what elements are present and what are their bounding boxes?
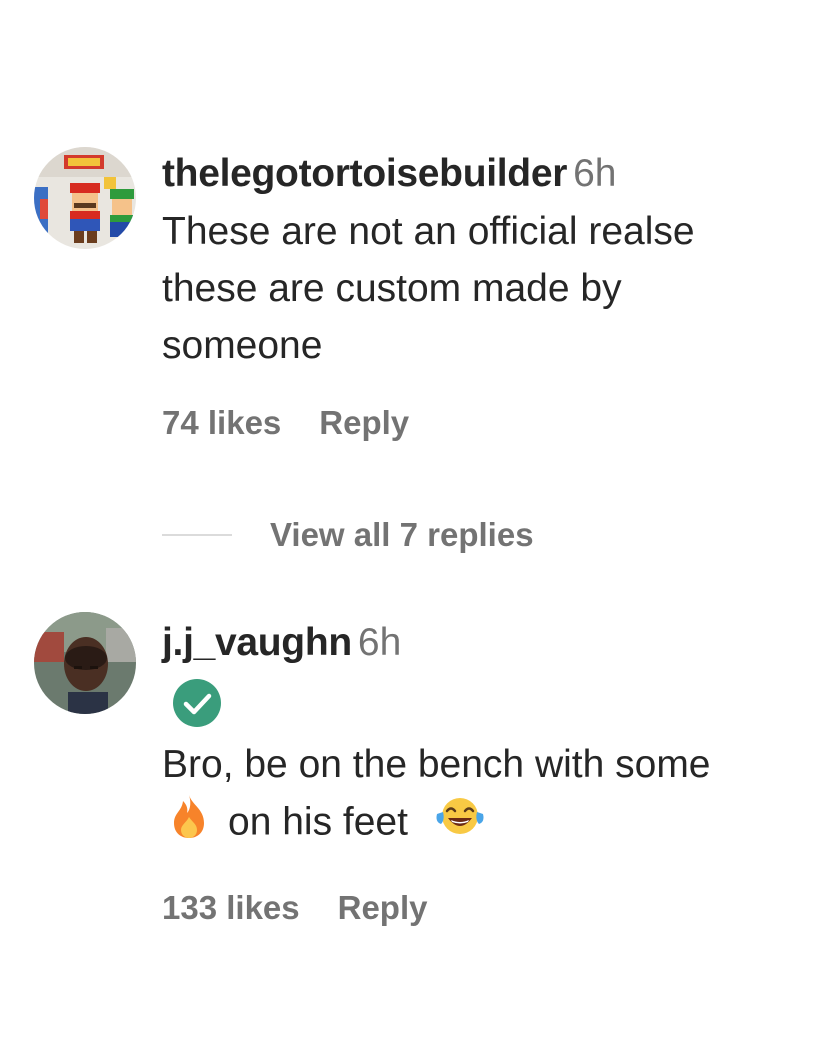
timestamp: 6h: [357, 621, 402, 664]
likes-count[interactable]: 133 likes: [162, 889, 300, 926]
comment-actions: 133 likes Reply: [162, 889, 810, 927]
fire-emoji-icon: [170, 793, 208, 855]
tears-of-joy-emoji-icon: [435, 794, 485, 854]
username[interactable]: j.j_vaughn: [162, 621, 352, 664]
view-replies-label: View all 7 replies: [270, 516, 534, 553]
comment-text-line: Bro, be on the bench with some: [162, 743, 711, 786]
username[interactable]: thelegotortoisebuilder: [162, 152, 567, 195]
comment-text-line: someone: [162, 324, 323, 367]
verified-badge: [172, 678, 810, 728]
divider-line: [162, 534, 232, 536]
comment-text-fragment: on his feet: [228, 800, 408, 844]
comment-text-line: these are custom made by: [162, 267, 622, 310]
comment-header: j.j_vaughn 6h: [162, 620, 810, 666]
comment-text: Bro, be on the bench with some on his fe…: [162, 736, 810, 855]
likes-count[interactable]: 74 likes: [162, 404, 281, 441]
avatar[interactable]: [34, 612, 136, 714]
timestamp: 6h: [573, 152, 617, 195]
reply-button[interactable]: Reply: [319, 404, 409, 441]
view-replies-button[interactable]: View all 7 replies: [162, 512, 534, 558]
comment-text-line: on his feet: [162, 793, 810, 855]
lego-mario-avatar-image: [34, 147, 136, 249]
comment-actions: 74 likes Reply: [162, 404, 810, 442]
reply-button[interactable]: Reply: [338, 889, 428, 926]
comment-text-line: These are not an official realse: [162, 210, 695, 253]
comment-text: These are not an official realse these a…: [162, 203, 810, 374]
comment-header: thelegotortoisebuilder 6h: [162, 151, 810, 197]
person-avatar-image: [34, 612, 136, 714]
verified-check-icon: [173, 679, 221, 727]
avatar[interactable]: [34, 147, 136, 249]
